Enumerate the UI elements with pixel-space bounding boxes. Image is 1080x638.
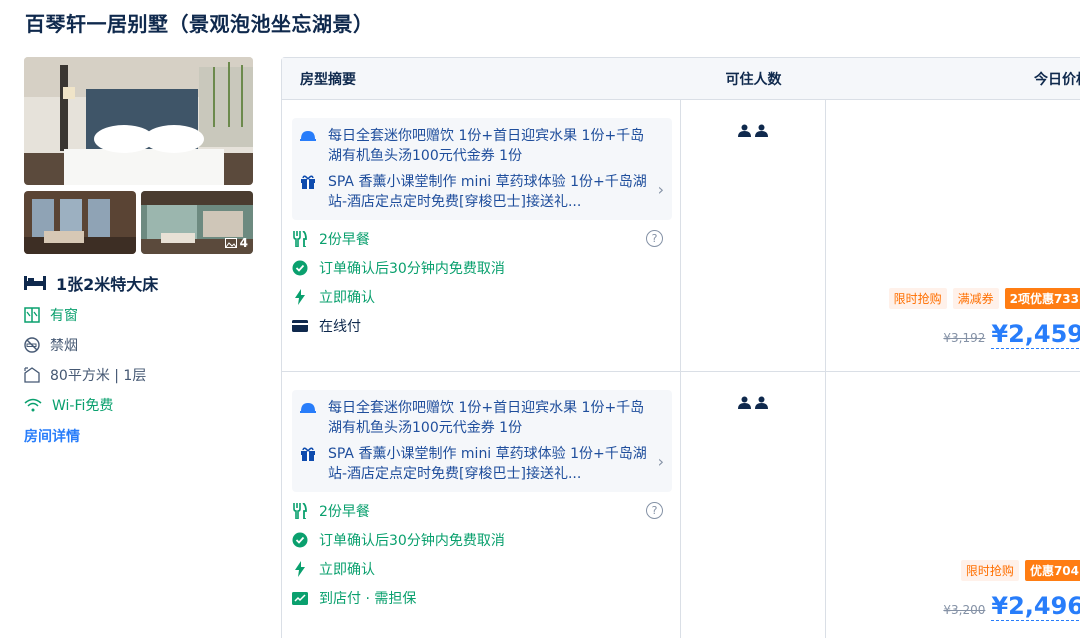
discount-tag[interactable]: 优惠704 (1024, 560, 1080, 581)
wifi-icon (24, 398, 42, 412)
price-display: ¥3,200 ¥2,496 (943, 592, 1080, 621)
check-circle-icon (292, 532, 308, 548)
no-smoking-icon (24, 337, 40, 353)
chevron-right-icon: › (657, 180, 664, 199)
help-icon[interactable]: ? (646, 230, 663, 247)
feature-wifi: Wi-Fi免费 (24, 395, 254, 415)
service-bell-icon (300, 126, 318, 166)
room-photo-thumb-2[interactable]: 4 (141, 191, 253, 254)
gift-icon (300, 444, 318, 484)
promo-tags: 限时抢购 满减券 2项优惠733 (888, 288, 1080, 309)
feature-area: 80平方米 | 1层 (24, 365, 254, 385)
image-icon (224, 238, 237, 248)
gift-icon (300, 172, 318, 212)
table-header: 房型摘要 可住人数 今日价格 (282, 58, 1080, 100)
promo-tag: 限时抢购 (888, 288, 947, 309)
lightning-icon (292, 289, 308, 305)
feature-no-smoking: 禁烟 (24, 335, 254, 355)
cancel-policy: 订单确认后30分钟内免费取消 (292, 530, 670, 550)
window-icon (24, 307, 40, 323)
price-display: ¥3,192 ¥2,459 (943, 320, 1080, 349)
cutlery-icon (292, 231, 308, 247)
promo-tags: 限时抢购 优惠704 (960, 560, 1080, 581)
promo-tag: 满减券 (952, 288, 999, 309)
package-gifts[interactable]: 每日全套迷你吧赠饮 1份+首日迎宾水果 1份+千岛湖有机鱼头汤100元代金券 1… (292, 118, 672, 220)
promo-tag: 限时抢购 (960, 560, 1019, 581)
cutlery-icon (292, 503, 308, 519)
table-row: 每日全套迷你吧赠饮 1份+首日迎宾水果 1份+千岛湖有机鱼头汤100元代金券 1… (282, 100, 1080, 372)
feature-window: 有窗 (24, 305, 254, 325)
room-photo-main[interactable] (24, 57, 253, 185)
header-summary: 房型摘要 (300, 71, 356, 88)
plan-summary-cell: 每日全套迷你吧赠饮 1份+首日迎宾水果 1份+千岛湖有机鱼头汤100元代金券 1… (282, 372, 681, 638)
area-icon (24, 367, 40, 383)
bed-icon (24, 276, 46, 290)
room-title: 百琴轩一居别墅（景观泡池坐忘湖景） (25, 12, 374, 36)
room-photo-thumb-1[interactable] (24, 191, 136, 254)
service-bell-icon (300, 398, 318, 438)
check-circle-icon (292, 260, 308, 276)
original-price: ¥3,192 (943, 331, 986, 345)
price-cell: 限时抢购 满减券 2项优惠733 ¥3,192 ¥2,459 (826, 100, 1080, 371)
room-info-panel: 4 1张2米特大床 有窗 禁烟 80平方米 | 1层 Wi-Fi免费 房间详情 (24, 57, 254, 446)
current-price[interactable]: ¥2,496 (991, 592, 1080, 621)
help-icon[interactable]: ? (646, 502, 663, 519)
chevron-right-icon: › (657, 452, 664, 471)
room-details-link[interactable]: 房间详情 (24, 426, 254, 446)
plan-summary-cell: 每日全套迷你吧赠饮 1份+首日迎宾水果 1份+千岛湖有机鱼头汤100元代金券 1… (282, 100, 681, 371)
two-people-icon (738, 124, 768, 371)
pay-at-hotel-icon (292, 591, 308, 605)
card-icon (292, 320, 308, 332)
bed-info: 1张2米特大床 (24, 271, 254, 295)
table-row: 每日全套迷你吧赠饮 1份+首日迎宾水果 1份+千岛湖有机鱼头汤100元代金券 1… (282, 372, 1080, 638)
occupancy-cell (681, 100, 826, 371)
photo-count-badge: 4 (224, 236, 248, 250)
cancel-policy: 订单确认后30分钟内免费取消 (292, 258, 670, 278)
current-price[interactable]: ¥2,459 (991, 320, 1080, 349)
payment-method: 在线付 (292, 316, 670, 336)
instant-confirm: 立即确认 (292, 559, 670, 579)
two-people-icon (738, 396, 768, 638)
price-cell: 限时抢购 优惠704 ¥3,200 ¥2,496 (826, 372, 1080, 638)
breakfast-info: 2份早餐 ? (292, 229, 670, 249)
payment-method: 到店付 · 需担保 (292, 588, 670, 608)
header-price: 今日价格 (1034, 71, 1080, 88)
lightning-icon (292, 561, 308, 577)
room-plan-table: 房型摘要 可住人数 今日价格 每日全套迷你吧赠饮 1份+首日迎宾水果 1份+千岛… (281, 57, 1080, 638)
package-gifts[interactable]: 每日全套迷你吧赠饮 1份+首日迎宾水果 1份+千岛湖有机鱼头汤100元代金券 1… (292, 390, 672, 492)
discount-tag[interactable]: 2项优惠733 (1004, 288, 1080, 309)
original-price: ¥3,200 (943, 603, 986, 617)
instant-confirm: 立即确认 (292, 287, 670, 307)
occupancy-cell (681, 372, 826, 638)
header-occupancy: 可住人数 (725, 71, 782, 88)
breakfast-info: 2份早餐 ? (292, 501, 670, 521)
